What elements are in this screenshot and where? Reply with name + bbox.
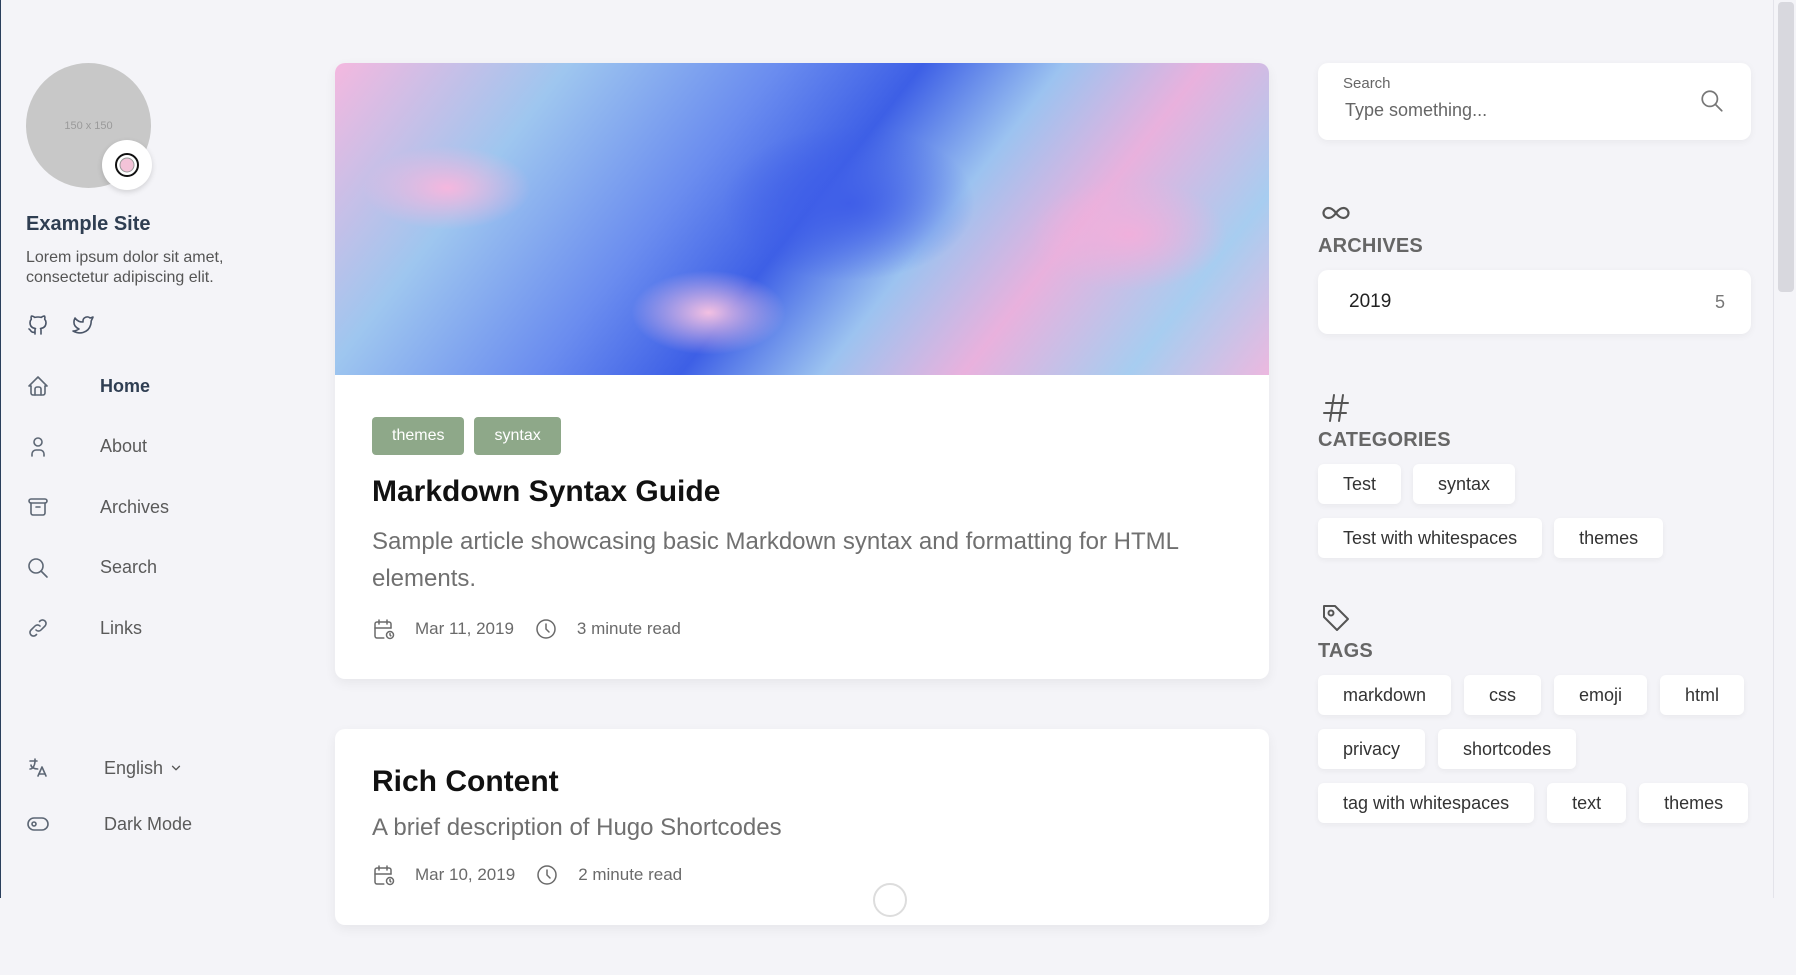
post-card[interactable]: themes syntax Markdown Syntax Guide Samp… <box>335 63 1269 679</box>
search-icon <box>26 556 50 580</box>
right-sidebar: Search ARCHIVES 2019 5 CATEGORIES Test s… <box>1318 63 1751 823</box>
tag-icon <box>1318 600 1354 636</box>
site-description: Lorem ipsum dolor sit amet, consectetur … <box>26 249 224 286</box>
archive-year-row[interactable]: 2019 5 <box>1318 270 1751 334</box>
tag-chip[interactable]: text <box>1547 783 1627 823</box>
language-value: English <box>104 757 164 778</box>
nav-item-home[interactable]: Home <box>26 356 286 417</box>
language-icon <box>26 756 50 780</box>
post-meta: Mar 10, 2019 2 minute read <box>372 863 1232 887</box>
post-card[interactable]: Rich Content A brief description of Hugo… <box>335 729 1269 925</box>
nav-label-links: Links <box>100 617 143 638</box>
tag-chip[interactable]: emoji <box>1554 675 1648 715</box>
post-read-time: 3 minute read <box>576 619 681 638</box>
archives-title: ARCHIVES <box>1318 235 1423 257</box>
home-icon <box>26 374 50 398</box>
search-label: Search <box>1343 75 1391 92</box>
site-name[interactable]: Example Site <box>26 213 151 236</box>
search-icon <box>1701 90 1723 112</box>
calendar-icon <box>372 617 396 641</box>
category-chip[interactable]: syntax <box>1413 464 1516 504</box>
bottom-menu: English Dark Mode <box>26 740 286 852</box>
categories-widget: CATEGORIES Test syntax Test with whitesp… <box>1318 389 1751 558</box>
dark-mode-label: Dark Mode <box>104 813 193 834</box>
language-selector[interactable]: English <box>26 740 286 796</box>
nav-item-about[interactable]: About <box>26 417 286 478</box>
search-button[interactable] <box>1699 88 1725 114</box>
post-list: themes syntax Markdown Syntax Guide Samp… <box>335 63 1269 975</box>
clock-icon <box>534 617 558 641</box>
github-icon[interactable] <box>26 313 50 337</box>
category-chip[interactable]: Test with whitespaces <box>1318 518 1543 558</box>
nav-item-archives[interactable]: Archives <box>26 477 286 538</box>
post-date: Mar 11, 2019 <box>415 619 514 638</box>
social-links <box>26 313 94 337</box>
post-title[interactable]: Rich Content <box>372 765 1232 799</box>
infinity-icon <box>1318 195 1354 231</box>
post-cover-image[interactable] <box>335 63 1269 375</box>
dark-mode-toggle[interactable]: Dark Mode <box>26 796 286 852</box>
post-date: Mar 10, 2019 <box>415 865 516 884</box>
post-body: themes syntax Markdown Syntax Guide Samp… <box>335 375 1269 679</box>
post-read-time: 2 minute read <box>578 865 683 884</box>
tag-chip[interactable]: themes <box>1639 783 1749 823</box>
archive-count: 5 <box>1714 291 1725 312</box>
nav-label-about: About <box>100 436 148 457</box>
category-chip[interactable]: Test <box>1318 464 1402 504</box>
tag-chip[interactable]: html <box>1660 675 1745 715</box>
nav-label-search: Search <box>100 557 158 578</box>
nav-item-links[interactable]: Links <box>26 598 286 659</box>
post-tag[interactable]: themes <box>372 417 465 455</box>
avatar[interactable]: 150 x 150 <box>26 63 152 190</box>
archive-year: 2019 <box>1349 291 1392 312</box>
scroll-down-indicator[interactable] <box>873 883 907 917</box>
language-dropdown[interactable]: English <box>104 758 183 779</box>
post-description: A brief description of Hugo Shortcodes <box>372 814 782 841</box>
archive-icon <box>26 495 50 519</box>
main-nav: Home About Archives Search Links <box>26 356 286 659</box>
tag-chip[interactable]: shortcodes <box>1438 729 1577 769</box>
avatar-emoji-icon <box>102 140 152 190</box>
clock-icon <box>535 863 559 887</box>
left-sidebar: 150 x 150 Example Site Lorem ipsum dolor… <box>26 0 286 898</box>
calendar-icon <box>372 863 396 887</box>
twitter-icon[interactable] <box>70 313 94 337</box>
toggle-icon <box>26 812 50 836</box>
archives-widget: ARCHIVES 2019 5 <box>1318 195 1751 334</box>
scrollbar-thumb[interactable] <box>1778 2 1794 292</box>
tag-list: markdown css emoji html privacy shortcod… <box>1318 675 1751 823</box>
window-edge <box>0 0 1 898</box>
nav-label-home: Home <box>100 375 151 396</box>
category-chip[interactable]: themes <box>1554 518 1664 558</box>
post-tags: themes syntax <box>372 417 1232 455</box>
categories-title: CATEGORIES <box>1318 429 1451 451</box>
chevron-down-icon <box>171 765 181 771</box>
tag-chip[interactable]: css <box>1464 675 1542 715</box>
post-tag[interactable]: syntax <box>474 417 561 455</box>
user-icon <box>26 435 50 459</box>
tag-chip[interactable]: privacy <box>1318 729 1426 769</box>
search-form: Search <box>1318 63 1751 140</box>
nav-label-archives: Archives <box>100 496 170 517</box>
page-scrollbar[interactable] <box>1773 0 1796 898</box>
post-body: Rich Content A brief description of Hugo… <box>335 729 1269 925</box>
search-input[interactable] <box>1343 99 1687 122</box>
hash-icon <box>1318 389 1354 425</box>
tag-chip[interactable]: markdown <box>1318 675 1452 715</box>
tag-chip[interactable]: tag with whitespaces <box>1318 783 1535 823</box>
category-list: Test syntax Test with whitespaces themes <box>1318 464 1751 558</box>
post-meta: Mar 11, 2019 3 minute read <box>372 617 1232 641</box>
link-icon <box>26 616 50 640</box>
tags-title: TAGS <box>1318 640 1373 662</box>
post-title[interactable]: Markdown Syntax Guide <box>372 475 1232 509</box>
nav-item-search[interactable]: Search <box>26 538 286 599</box>
post-description: Sample article showcasing basic Markdown… <box>372 528 1179 592</box>
tags-widget: TAGS markdown css emoji html privacy sho… <box>1318 600 1751 823</box>
